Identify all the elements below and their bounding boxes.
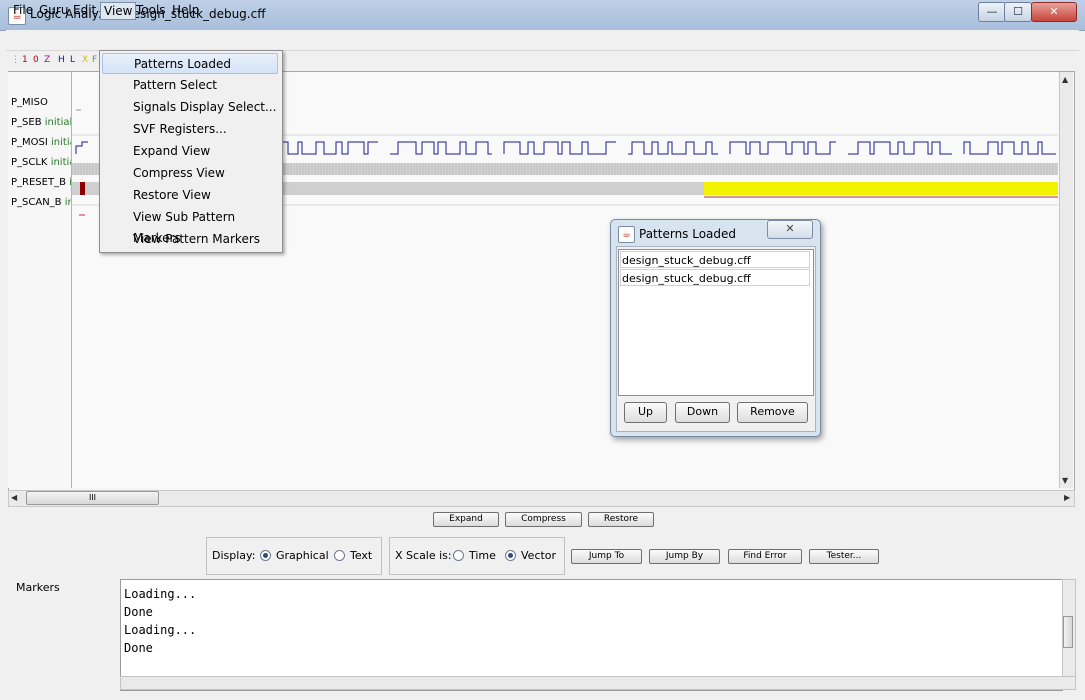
signal-name[interactable]: P_MISO [11,97,71,108]
restore-button[interactable]: Restore [588,512,654,527]
vector-radio[interactable] [505,550,516,561]
menu-item-view-pattern-markers[interactable]: View Pattern Markers [102,229,278,250]
view-menu-dropdown: Patterns Loaded Pattern Select Signals D… [99,50,283,253]
down-button[interactable]: Down [675,402,730,423]
remove-button[interactable]: Remove [737,402,808,423]
dialog-title: Patterns Loaded [639,227,737,241]
log-line: Done [124,641,153,655]
legend-h: H [58,55,65,65]
waveform-horizontal-scrollbar[interactable] [8,490,1075,507]
legend-one: 1 [22,55,28,65]
display-label: Display: [212,549,256,562]
scroll-down-icon[interactable]: ▼ [1062,476,1068,485]
legend-grip: ⋮ [11,55,20,65]
time-label[interactable]: Time [469,549,496,562]
menu-item-compress-view[interactable]: Compress View [102,163,278,184]
log-line: Done [124,605,153,619]
maximize-button[interactable]: ☐ [1004,2,1032,22]
menu-view[interactable]: View [100,2,137,20]
menu-item-expand-view[interactable]: Expand View [102,141,278,162]
text-radio[interactable] [334,550,345,561]
expand-button[interactable]: Expand [433,512,499,527]
menu-edit[interactable]: Edit [70,2,99,18]
time-radio[interactable] [453,550,464,561]
find-error-button[interactable]: Find Error [728,549,802,564]
menu-bar [6,30,1079,51]
menu-item-view-sub-pattern-markers[interactable]: View Sub Pattern Markers [102,207,278,245]
menu-file[interactable]: File [10,2,36,18]
scroll-up-icon[interactable]: ▲ [1062,75,1068,84]
log-scroll-thumb[interactable] [1063,616,1073,648]
signal-name[interactable]: P_RESET_B i [11,177,71,188]
java-cup-icon: ☕ [618,226,635,243]
waveform-vertical-scrollbar[interactable] [1059,72,1073,488]
markers-label: Markers [16,581,60,594]
menu-help[interactable]: Help [169,2,202,18]
text-label[interactable]: Text [350,549,372,562]
tester-button[interactable]: Tester... [809,549,879,564]
graphical-radio[interactable] [260,550,271,561]
list-item[interactable]: design_stuck_debug.cff [620,269,810,286]
close-button[interactable]: ✕ [1031,2,1077,22]
dialog-close-button[interactable]: ✕ [767,220,813,239]
menu-item-svf-registers[interactable]: SVF Registers... [102,119,278,140]
reset-start-marker [80,182,85,195]
xscale-label: X Scale is: [395,549,452,562]
signal-name[interactable]: P_SEB initial [11,117,71,128]
legend-z: Z [44,55,51,65]
graphical-label[interactable]: Graphical [276,549,329,562]
signal-name[interactable]: P_SCLK initia [11,157,71,168]
scroll-right-icon[interactable]: ▶ [1064,493,1070,502]
reset-trace-yellow [704,182,1058,195]
log-line: Loading... [124,623,197,637]
legend-x: X [82,55,89,65]
menu-item-pattern-select[interactable]: Pattern Select [102,75,278,96]
log-horizontal-scrollbar[interactable] [120,676,1076,690]
legend-zero: 0 [33,55,39,65]
jump-by-button[interactable]: Jump By [649,549,720,564]
menu-item-restore-view[interactable]: Restore View [102,185,278,206]
legend-l: L [70,55,76,65]
legend-f: F [92,55,98,65]
menu-guru[interactable]: Guru [36,2,71,18]
vector-label[interactable]: Vector [521,549,556,562]
compress-button[interactable]: Compress [505,512,582,527]
list-item[interactable]: design_stuck_debug.cff [620,251,810,268]
menu-tools[interactable]: Tools [133,2,169,18]
signal-name[interactable]: P_MOSI initia [11,137,71,148]
log-output[interactable]: Loading... Done Loading... Done [120,579,1063,691]
signal-names-column [8,72,72,488]
signal-name[interactable]: P_SCAN_B in [11,197,71,208]
scroll-left-icon[interactable]: ◀ [11,493,17,502]
jump-to-button[interactable]: Jump To [571,549,642,564]
up-button[interactable]: Up [624,402,667,423]
minimize-button[interactable]: — [978,2,1006,22]
horizontal-scroll-thumb[interactable]: III [26,491,159,505]
log-line: Loading... [124,587,197,601]
menu-item-signals-display-select[interactable]: Signals Display Select... [102,97,278,118]
menu-item-patterns-loaded[interactable]: Patterns Loaded [102,53,278,74]
